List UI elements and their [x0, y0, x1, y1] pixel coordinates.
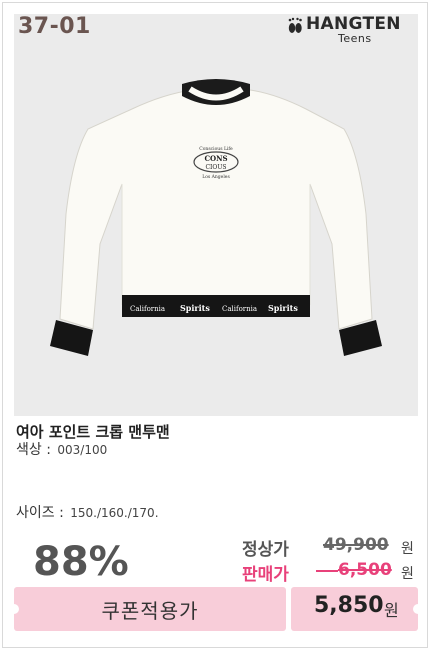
- footprint-icon: [288, 17, 302, 33]
- product-card[interactable]: Conscious Life CONS CIOUS Los Angeles Ca…: [2, 2, 428, 648]
- coupon-notch-right: [413, 604, 423, 614]
- sweatshirt-image: Conscious Life CONS CIOUS Los Angeles Ca…: [50, 79, 382, 356]
- size-label: 사이즈 :: [16, 505, 69, 521]
- chest-print-3: CIOUS: [205, 164, 226, 171]
- sale-price-strike: [316, 570, 338, 572]
- size-row: 사이즈 : 150./160./170.: [16, 502, 159, 522]
- coupon-price: 5,850: [314, 593, 384, 618]
- sale-price-currency: 원: [401, 566, 414, 582]
- brand-logo: HANGTEN Teens: [282, 14, 412, 48]
- discount-rate: 88%: [33, 539, 129, 585]
- coupon-currency: 원: [384, 601, 399, 620]
- product-image[interactable]: Conscious Life CONS CIOUS Los Angeles Ca…: [14, 14, 418, 416]
- chest-print-4: Los Angeles: [202, 174, 230, 180]
- sale-price: 6,500: [338, 560, 392, 580]
- brand-name: HANGTEN: [306, 14, 401, 34]
- size-value: 150./160./170.: [70, 506, 159, 520]
- brand-sub: Teens: [338, 32, 372, 45]
- sale-price-label: 판매가: [242, 565, 289, 585]
- regular-price-currency: 원: [401, 541, 414, 557]
- chest-print-1: Conscious Life: [199, 146, 233, 152]
- coupon-label: 쿠폰적용가: [101, 599, 199, 623]
- band-text-2: Spirits: [180, 303, 210, 313]
- color-row: 색상 : 003/100: [16, 439, 107, 459]
- coupon-price-bar[interactable]: 쿠폰적용가 5,850 원: [9, 587, 423, 631]
- chest-print-2: CONS: [204, 154, 227, 163]
- product-code: 37-01: [18, 14, 91, 39]
- band-text-3: California: [222, 305, 257, 313]
- color-label: 색상 :: [16, 442, 56, 458]
- band-text-1: California: [130, 305, 165, 313]
- band-text-4: Spirits: [268, 303, 298, 313]
- color-value: 003/100: [57, 443, 108, 457]
- regular-price: 49,900: [323, 535, 389, 555]
- regular-price-label: 정상가: [242, 540, 289, 560]
